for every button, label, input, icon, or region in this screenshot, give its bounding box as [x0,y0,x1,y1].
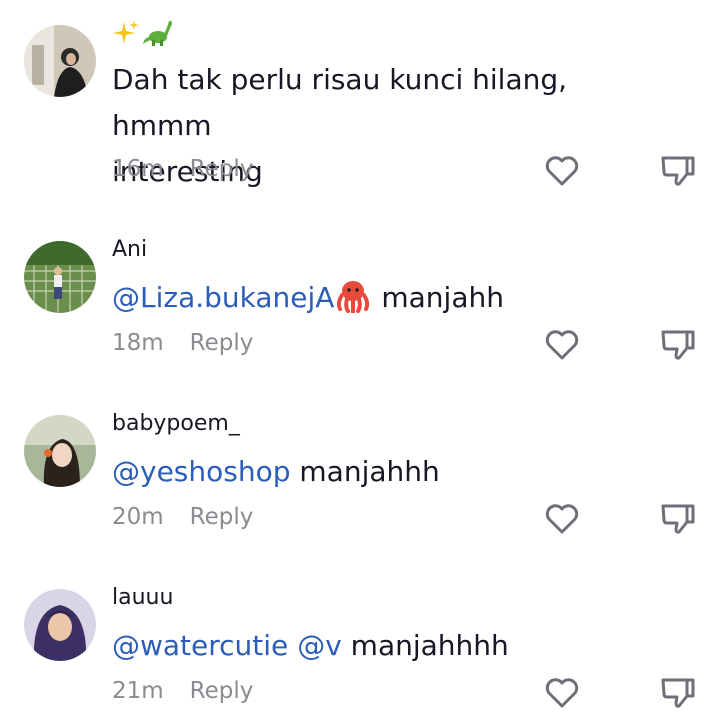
reply-button[interactable]: Reply [190,156,254,182]
sparkles-icon [113,20,139,44]
heart-icon[interactable] [542,151,582,191]
heart-icon[interactable] [542,673,582,713]
comment-meta: 18m Reply [112,330,253,356]
thumbs-down-icon[interactable] [658,151,698,191]
heart-icon[interactable] [542,499,582,539]
comment-text: @Liza.bukanejA manjahh [112,275,672,327]
reply-button[interactable]: Reply [190,504,254,530]
heart-icon[interactable] [542,325,582,365]
thumbs-down-icon[interactable] [658,325,698,365]
sauropod-icon [143,20,172,46]
mention-link[interactable]: @Liza.bukanejA [112,281,334,314]
avatar[interactable] [24,241,96,313]
comment-body: manjahhh [290,455,440,488]
reply-button[interactable]: Reply [190,330,254,356]
mention-link[interactable]: @watercutie [112,629,288,662]
mention-link[interactable]: @yeshoshop [112,455,291,488]
mention-link[interactable]: @v [297,629,342,662]
comment-body: manjahh [372,281,504,314]
comment-text-line: Dah tak perlu risau kunci hilang, hmmm [112,63,568,142]
username[interactable]: babypoem_ [112,411,240,436]
comment-text: @watercutie @v manjahhhh [112,623,672,669]
comment-timestamp: 18m [112,330,164,356]
octopus-icon [334,279,372,327]
avatar[interactable] [24,415,96,487]
username-emoji[interactable] [112,18,174,48]
comment-meta: 20m Reply [112,504,253,530]
comment-meta: 16m Reply [112,156,253,182]
thumbs-down-icon[interactable] [658,673,698,713]
comment-timestamp: 21m [112,678,164,704]
comment-text: @yeshoshop manjahhh [112,449,672,495]
avatar[interactable] [24,25,96,97]
comment-body: manjahhhh [341,629,509,662]
comment-timestamp: 20m [112,504,164,530]
username[interactable]: lauuu [112,585,173,610]
avatar[interactable] [24,589,96,661]
comment-timestamp: 16m [112,156,164,182]
thumbs-down-icon[interactable] [658,499,698,539]
username[interactable]: Ani [112,237,147,262]
comment-meta: 21m Reply [112,678,253,704]
reply-button[interactable]: Reply [190,678,254,704]
